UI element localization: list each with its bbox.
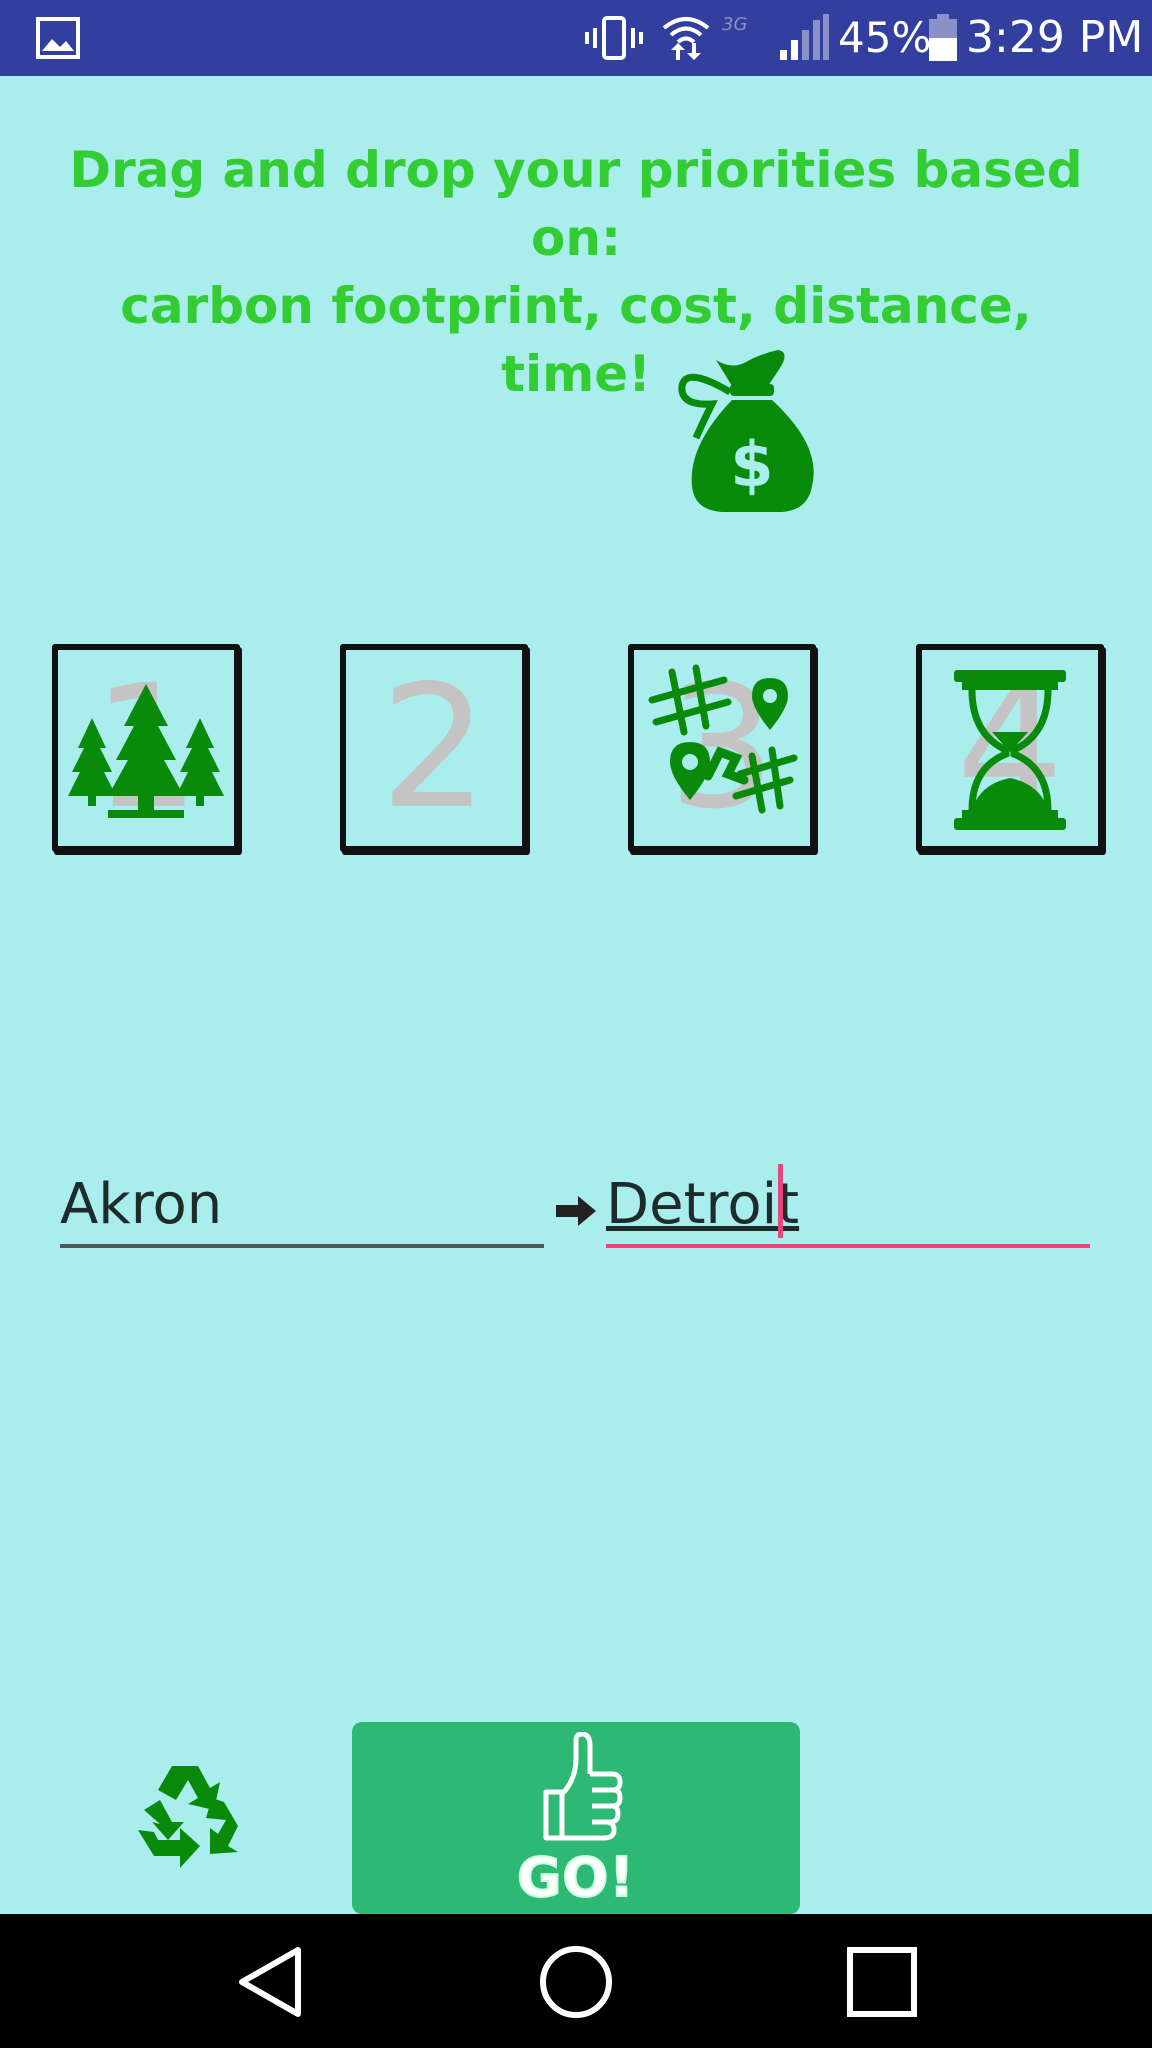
thumbs-up-icon <box>543 1732 623 1841</box>
back-icon[interactable] <box>232 1942 312 2022</box>
money-bag-icon[interactable]: $ <box>672 346 822 512</box>
recycle-icon[interactable] <box>132 1758 252 1872</box>
home-icon[interactable] <box>536 1942 616 2022</box>
gallery-icon <box>36 17 80 59</box>
trees-icon[interactable] <box>68 660 224 836</box>
status-bar: 3G 45% 3:29 PM <box>0 0 1152 76</box>
priority-slot-3[interactable]: 3 <box>628 644 816 852</box>
go-button[interactable]: GO! <box>352 1722 800 1914</box>
navigation-bar <box>0 1914 1152 2048</box>
hourglass-icon[interactable] <box>932 660 1088 836</box>
priority-slot-2[interactable]: 2 <box>340 644 528 852</box>
headline-line-2: carbon footprint, cost, distance, time! <box>120 277 1032 403</box>
priority-slot-1[interactable]: 1 <box>52 644 240 852</box>
signal-icon <box>780 14 829 60</box>
text-cursor <box>778 1164 783 1238</box>
recents-icon[interactable] <box>842 1942 922 2022</box>
go-label: GO! <box>516 1845 635 1910</box>
headline-line-1: Drag and drop your priorities based on: <box>69 141 1083 267</box>
map-icon[interactable] <box>644 660 800 836</box>
arrow-right-icon <box>556 1196 596 1226</box>
battery-percent: 45% <box>838 13 932 62</box>
battery-icon <box>929 14 957 61</box>
clock: 3:29 PM <box>966 12 1144 63</box>
destination-input[interactable] <box>606 1164 1090 1248</box>
svg-text:$: $ <box>730 428 773 501</box>
slot-number-2: 2 <box>379 649 489 847</box>
network-type: 3G <box>722 14 748 35</box>
priority-slot-4[interactable]: 4 <box>916 644 1104 852</box>
origin-input[interactable] <box>60 1164 544 1248</box>
instructions-headline: Drag and drop your priorities based on: … <box>40 136 1112 408</box>
vibrate-icon <box>585 16 643 60</box>
wifi-icon <box>662 17 710 60</box>
